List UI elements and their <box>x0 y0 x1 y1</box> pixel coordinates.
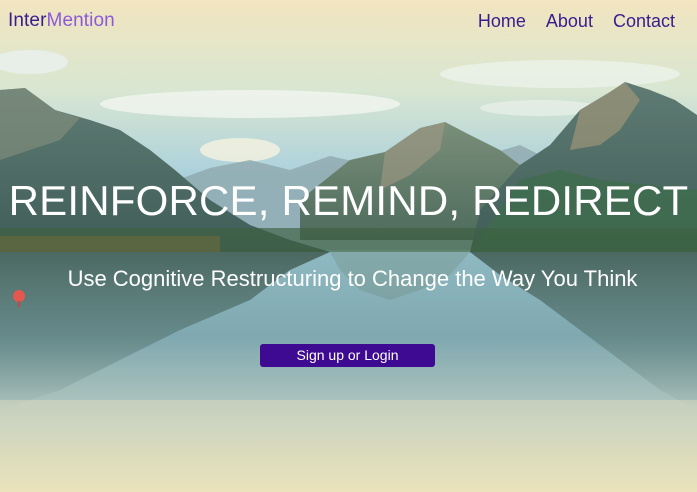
nav-link-about[interactable]: About <box>546 9 593 33</box>
signup-login-button[interactable]: Sign up or Login <box>260 344 435 367</box>
nav-link-contact[interactable]: Contact <box>613 9 675 33</box>
nav-link-home[interactable]: Home <box>478 9 526 33</box>
brand-logo-part-inter: Inter <box>8 10 47 31</box>
hero-subheadline: Use Cognitive Restructuring to Change th… <box>67 266 638 291</box>
hero-headline: REINFORCE, REMIND, REDIRECT <box>8 177 689 224</box>
mountain-lake-background-image <box>0 0 697 492</box>
brand-logo[interactable]: InterMention <box>8 9 115 33</box>
main-nav: Home About Contact <box>478 9 675 33</box>
brand-logo-part-mention: Mention <box>46 10 115 31</box>
hero-section: InterMention Home About Contact REINFORC… <box>0 0 697 492</box>
